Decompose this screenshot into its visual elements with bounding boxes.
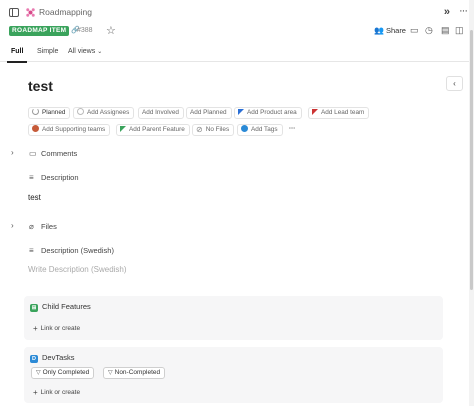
panel-toggle-icon[interactable]: ◫ xyxy=(455,25,464,36)
description-swedish-input[interactable]: Write Description (Swedish) xyxy=(28,265,127,274)
people-icon: 👥 xyxy=(374,26,384,35)
item-id[interactable]: #388 xyxy=(77,26,93,36)
add-supporting-teams-label: Add Supporting teams xyxy=(42,126,106,133)
status-label: Planned xyxy=(42,109,66,116)
more-options-icon[interactable]: ··· xyxy=(459,5,468,17)
paperclip-icon: ⊘ xyxy=(196,125,203,134)
files-chip[interactable]: ⊘ No Files xyxy=(192,124,235,136)
active-tab-indicator xyxy=(7,61,27,63)
only-completed-filter[interactable]: ▽ Only Completed xyxy=(31,367,95,379)
add-lead-team-label: Add Lead team xyxy=(321,109,365,116)
devtasks-panel: D DevTasks ▽ Only Completed ▽ Non-Completed… xyxy=(24,347,443,403)
item-type-badge: ROADMAP ITEM xyxy=(9,26,70,36)
child-features-panel: ⊞ Child Features + Link or create xyxy=(24,296,443,340)
filter-icon: ▽ xyxy=(36,370,41,376)
sidebar-toggle-icon[interactable] xyxy=(9,8,19,17)
comment-icon: ▭ xyxy=(29,149,37,158)
add-parent-feature-chip[interactable]: Add Parent Feature xyxy=(116,124,190,136)
no-files-label: No Files xyxy=(205,126,230,133)
chevron-right-icon[interactable]: › xyxy=(11,148,14,157)
supporting-teams-icon xyxy=(32,125,39,132)
description-label: Description xyxy=(41,173,79,182)
lead-team-flag-icon xyxy=(312,109,318,115)
devtasks-link-label: Link or create xyxy=(40,389,81,396)
only-completed-label: Only Completed xyxy=(42,369,90,376)
chevron-down-icon: ⌄ xyxy=(97,49,103,55)
devtasks-title: DevTasks xyxy=(42,353,75,362)
add-involved-chip[interactable]: Add Involved xyxy=(138,107,184,119)
parent-feature-flag-icon xyxy=(120,126,126,132)
roadmapping-app-icon xyxy=(26,8,35,17)
add-product-area-chip[interactable]: Add Product area xyxy=(234,107,302,119)
filter-icon: ▽ xyxy=(108,370,113,376)
add-parent-feature-label: Add Parent Feature xyxy=(129,126,185,133)
share-label: Share xyxy=(385,26,406,35)
non-completed-label: Non-Completed xyxy=(114,369,161,376)
description-text[interactable]: test xyxy=(28,193,41,202)
add-planned-chip[interactable]: Add Planned xyxy=(186,107,232,119)
status-progress-icon xyxy=(32,108,39,115)
description-swedish-section: ≡ Description (Swedish) xyxy=(0,245,474,259)
devtasks-icon: D xyxy=(30,355,38,363)
tab-simple[interactable]: Simple xyxy=(37,48,58,55)
star-icon[interactable]: ☆ xyxy=(106,24,116,37)
add-planned-label: Add Planned xyxy=(190,109,227,116)
product-area-flag-icon xyxy=(238,109,244,115)
view-tabs: Full Simple All views ⌄ xyxy=(0,46,474,63)
devtasks-header: D DevTasks xyxy=(30,353,75,363)
status-chip[interactable]: Planned xyxy=(28,107,71,119)
notes-icon[interactable]: ▤ xyxy=(441,25,450,36)
comment-icon[interactable]: ▭ xyxy=(410,25,419,36)
share-button[interactable]: 👥 Share xyxy=(374,26,406,36)
add-tags-label: Add Tags xyxy=(251,126,278,133)
comments-label: Comments xyxy=(41,149,78,158)
add-lead-team-chip[interactable]: Add Lead team xyxy=(308,107,370,119)
text-lines-icon: ≡ xyxy=(29,246,34,255)
tab-all-views[interactable]: All views ⌄ xyxy=(68,48,102,55)
files-section[interactable]: › ⌀ Files xyxy=(0,221,474,235)
description-section: ≡ Description xyxy=(0,172,474,186)
tab-all-views-label: All views xyxy=(68,48,96,55)
comments-section[interactable]: › ▭ Comments xyxy=(0,148,474,162)
more-properties-button[interactable]: ··· xyxy=(286,124,299,136)
chevron-right-icon[interactable]: › xyxy=(11,221,14,230)
child-features-link-label: Link or create xyxy=(40,325,81,332)
child-features-link-button[interactable]: + Link or create xyxy=(33,324,80,333)
text-lines-icon: ≡ xyxy=(29,173,34,182)
devtasks-link-button[interactable]: + Link or create xyxy=(33,388,80,397)
plus-icon: + xyxy=(33,388,38,397)
add-assignees-label: Add Assignees xyxy=(87,109,130,116)
plus-icon: + xyxy=(33,324,38,333)
double-chevron-right-icon[interactable]: » xyxy=(444,6,450,18)
tab-full[interactable]: Full xyxy=(11,48,23,55)
clock-icon[interactable]: ◷ xyxy=(425,25,433,36)
files-label: Files xyxy=(41,222,57,231)
item-title[interactable]: test xyxy=(28,78,53,94)
non-completed-filter[interactable]: ▽ Non-Completed xyxy=(103,367,166,379)
top-bar: Roadmapping » ··· xyxy=(0,0,474,26)
tag-icon xyxy=(241,125,248,132)
child-features-title: Child Features xyxy=(42,302,91,311)
chevron-left-icon[interactable]: ‹ xyxy=(446,76,463,91)
assignee-icon xyxy=(77,108,84,115)
child-features-icon: ⊞ xyxy=(30,304,38,312)
description-swedish-label: Description (Swedish) xyxy=(41,246,114,255)
add-product-area-label: Add Product area xyxy=(247,109,297,116)
child-features-header: ⊞ Child Features xyxy=(30,302,91,312)
item-header: ROADMAP ITEM 🔗 #388 ☆ 👥 Share ▭ ◷ ▤ ◫ xyxy=(0,24,474,40)
paperclip-icon: ⌀ xyxy=(29,222,34,231)
add-involved-label: Add Involved xyxy=(142,109,179,116)
add-tags-chip[interactable]: Add Tags xyxy=(237,124,283,136)
app-name[interactable]: Roadmapping xyxy=(39,7,92,17)
add-assignees-chip[interactable]: Add Assignees xyxy=(73,107,135,119)
add-supporting-teams-chip[interactable]: Add Supporting teams xyxy=(28,124,111,136)
